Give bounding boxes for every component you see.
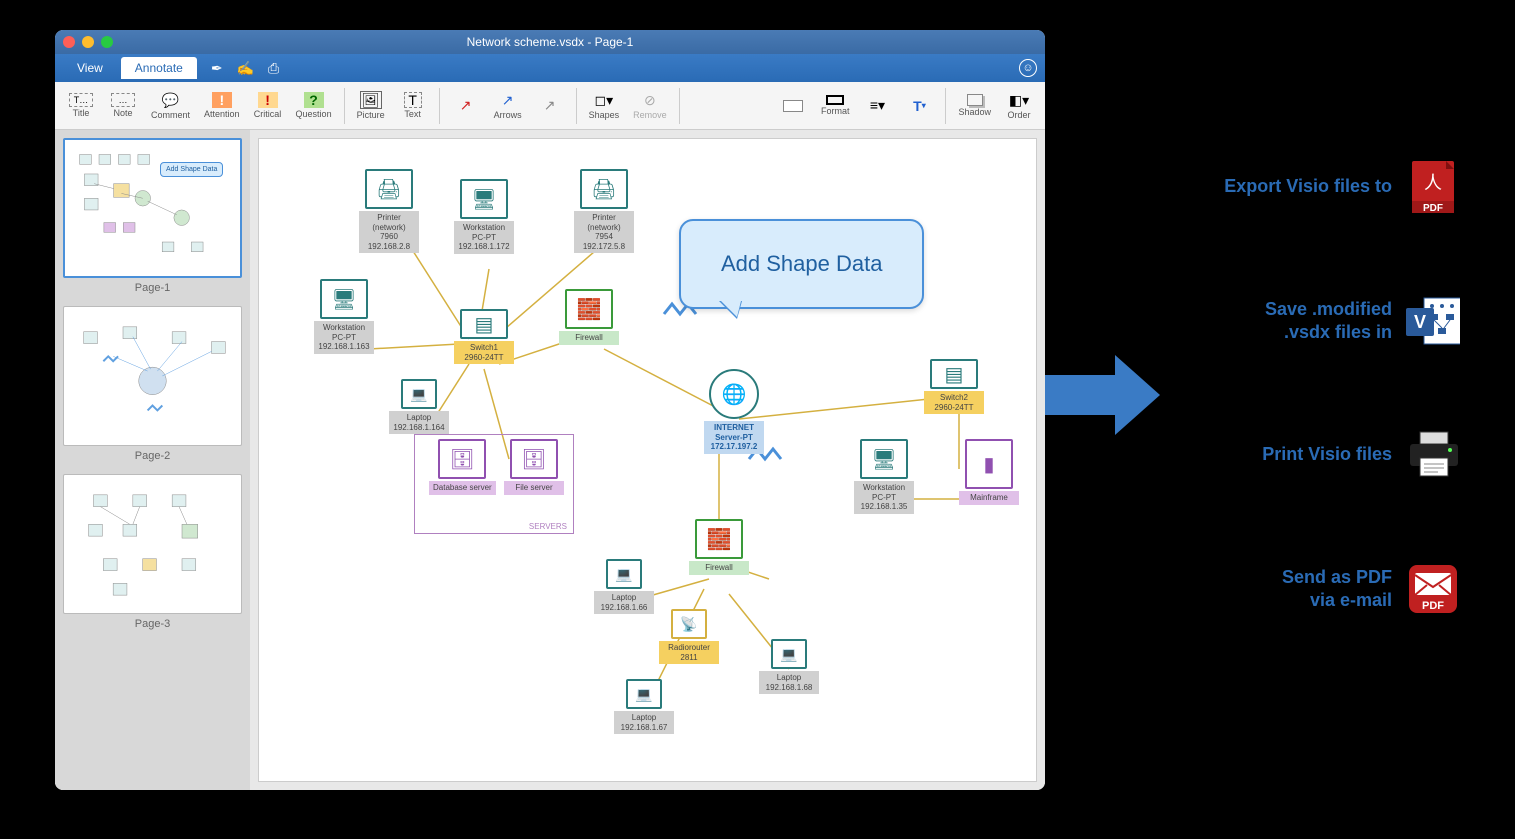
svg-text:PDF: PDF: [1422, 600, 1444, 612]
thumb-label-3: Page-3: [63, 618, 242, 630]
workstation-left[interactable]: 🖥Workstation PC-PT 192.168.1.163: [314, 279, 374, 354]
tab-view[interactable]: View: [63, 57, 117, 79]
tab-bar: View Annotate ✒ ✍ ⎙ ☺: [55, 54, 1045, 82]
svg-text:V: V: [1414, 312, 1426, 332]
internet-node[interactable]: 🌐INTERNET Server-PT 172.17.197.2: [704, 369, 764, 454]
file-server[interactable]: 🗄File server: [504, 439, 564, 495]
arrow-blue-button[interactable]: ↗Arrows: [488, 89, 528, 122]
canvas[interactable]: 🖨Printer (network) 7960 192.168.2.8 🖥Wor…: [258, 138, 1037, 782]
shapes-button[interactable]: ◻▾Shapes: [583, 89, 626, 122]
titlebar: Network scheme.vsdx - Page-1: [55, 30, 1045, 54]
big-arrow-icon: [1045, 350, 1165, 440]
features-panel: Export Visio files to 人PDF Save .modifie…: [1180, 160, 1460, 696]
shadow-button[interactable]: Shadow: [952, 92, 997, 119]
feature-print: Print Visio files: [1180, 428, 1460, 482]
app-window: Network scheme.vsdx - Page-1 View Annota…: [55, 30, 1045, 790]
svg-text:PDF: PDF: [1423, 203, 1443, 214]
printer-icon: [1406, 428, 1460, 482]
remove-button[interactable]: ⊘Remove: [627, 89, 673, 122]
firewall-2[interactable]: 🧱Firewall: [689, 519, 749, 575]
workstation-top[interactable]: 🖥Workstation PC-PT 192.168.1.172: [454, 179, 514, 254]
thumb-callout: Add Shape Data: [160, 162, 223, 177]
toolbar: T…Title …Note 💬Comment !Attention !Criti…: [55, 82, 1045, 130]
mail-pdf-icon: PDF: [1406, 562, 1460, 616]
arrow-red-button[interactable]: ↗: [446, 95, 486, 117]
feature-send: Send as PDF via e-mail PDF: [1180, 562, 1460, 616]
sign-person-icon[interactable]: ✍: [237, 60, 254, 77]
thumbnail-page-3[interactable]: [63, 474, 242, 614]
align-button[interactable]: ≡▾: [857, 95, 897, 117]
laptop-1[interactable]: 💻Laptop 192.168.1.164: [389, 379, 449, 434]
switch-2[interactable]: ▤Switch2 2960-24TT: [924, 359, 984, 414]
window-title: Network scheme.vsdx - Page-1: [55, 35, 1045, 49]
signature-icon[interactable]: ✒: [211, 60, 223, 77]
fill-button[interactable]: [773, 98, 813, 114]
text-button[interactable]: TText: [393, 90, 433, 121]
note-button[interactable]: …Note: [103, 91, 143, 120]
laptop-3[interactable]: 💻Laptop 192.168.1.67: [614, 679, 674, 734]
printer-1[interactable]: 🖨Printer (network) 7960 192.168.2.8: [359, 169, 419, 253]
servers-label: SERVERS: [529, 522, 567, 531]
feedback-icon[interactable]: ☺: [1019, 59, 1037, 77]
order-button[interactable]: ◧▾Order: [999, 89, 1039, 122]
content-area: Add Shape Data Page-1 Page-2: [55, 130, 1045, 790]
visio-icon: V: [1406, 294, 1460, 348]
picture-button[interactable]: 🖼Picture: [351, 89, 391, 122]
switch-1[interactable]: ▤Switch1 2960-24TT: [454, 309, 514, 364]
printer-2[interactable]: 🖨Printer (network) 7954 192.172.5.8: [574, 169, 634, 253]
thumb-label-2: Page-2: [63, 450, 242, 462]
database-server[interactable]: 🗄Database server: [429, 439, 496, 495]
mainframe[interactable]: ▮Mainframe: [959, 439, 1019, 505]
critical-button[interactable]: !Critical: [248, 90, 288, 121]
workstation-right[interactable]: 🖥Workstation PC-PT 192.168.1.35: [854, 439, 914, 514]
pdf-icon: 人 PDF: [1406, 160, 1460, 214]
attention-button[interactable]: !Attention: [198, 90, 246, 121]
firewall-1[interactable]: 🧱Firewall: [559, 289, 619, 345]
tab-annotate[interactable]: Annotate: [121, 57, 197, 79]
laptop-2[interactable]: 💻Laptop 192.168.1.66: [594, 559, 654, 614]
thumb-label-1: Page-1: [63, 282, 242, 294]
page-sidebar: Add Shape Data Page-1 Page-2: [55, 130, 250, 790]
shape-data-callout[interactable]: Add Shape Data: [679, 219, 924, 309]
comment-button[interactable]: 💬Comment: [145, 89, 196, 122]
svg-text:人: 人: [1424, 173, 1442, 193]
title-button[interactable]: T…Title: [61, 91, 101, 120]
textcolor-button[interactable]: T▾: [899, 95, 939, 117]
stroke-button[interactable]: Format: [815, 93, 856, 118]
print-icon[interactable]: ⎙: [268, 60, 279, 77]
feature-save: Save .modified .vsdx files in V: [1180, 294, 1460, 348]
thumbnail-page-2[interactable]: [63, 306, 242, 446]
question-button[interactable]: ?Question: [290, 90, 338, 121]
feature-export: Export Visio files to 人PDF: [1180, 160, 1460, 214]
thumbnail-page-1[interactable]: Add Shape Data: [63, 138, 242, 278]
radiorouter[interactable]: 📡Radiorouter 2811: [659, 609, 719, 664]
laptop-4[interactable]: 💻Laptop 192.168.1.68: [759, 639, 819, 694]
arrow-move-button[interactable]: ↗: [530, 95, 570, 117]
